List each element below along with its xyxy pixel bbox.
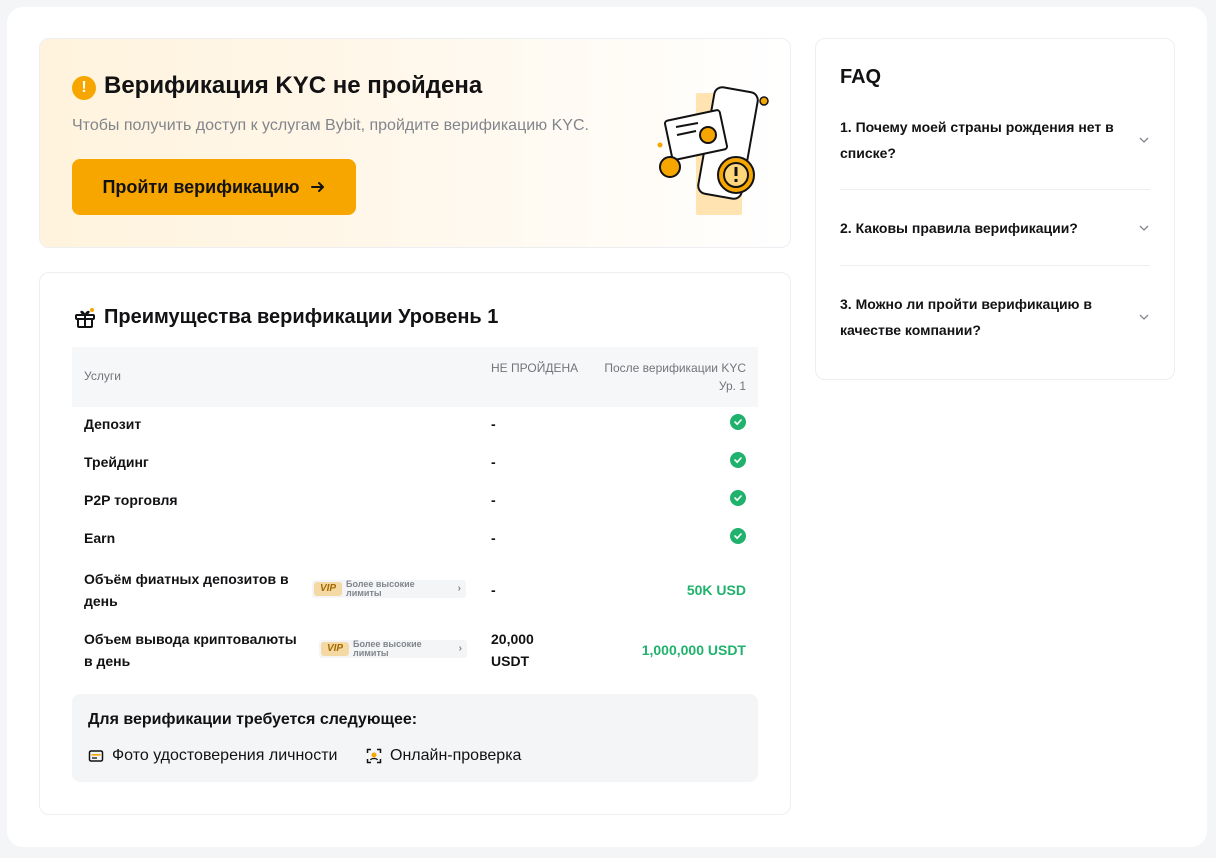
row-after: 1,000,000 USDT <box>641 642 746 658</box>
verify-button-label: Пройти верификацию <box>102 176 300 197</box>
requirements-box: Для верификации требуется следующее: Фот… <box>72 694 758 782</box>
row-before: - <box>491 530 496 546</box>
vip-higher-limits-link[interactable]: VIP Более высокие лимиты › <box>312 580 466 598</box>
face-scan-icon <box>366 748 382 764</box>
requirement-label: Онлайн-проверка <box>390 747 522 764</box>
row-service: Объём фиатных депозитов в день <box>84 571 289 609</box>
row-service: Объем вывода криптовалюты в день <box>84 631 297 669</box>
row-before: - <box>491 582 496 598</box>
row-before: 20,000 USDT <box>491 631 534 669</box>
row-service: Earn <box>84 530 116 546</box>
kyc-status-banner: ! Верификация KYC не пройдена Чтобы полу… <box>39 38 791 248</box>
requirements-title: Для верификации требуется следующее: <box>88 711 418 728</box>
start-verification-button[interactable]: Пройти верификацию <box>72 159 356 215</box>
faq-panel: FAQ 1. Почему моей страны рождения нет в… <box>815 38 1175 380</box>
requirement-label: Фото удостоверения личности <box>112 747 338 764</box>
header-not-passed: НЕ ПРОЙДЕНА <box>491 361 579 375</box>
faq-item-rules[interactable]: 2. Каковы правила верификации? <box>840 215 1150 241</box>
check-icon <box>730 414 746 430</box>
faq-item-country[interactable]: 1. Почему моей страны рождения нет в спи… <box>840 114 1150 166</box>
arrow-right-icon <box>310 182 324 192</box>
vip-badge: VIP <box>314 582 342 596</box>
table-row: Объём фиатных депозитов в день VIP Более… <box>72 568 758 612</box>
faq-item-company[interactable]: 3. Можно ли пройти верификацию в качеств… <box>840 291 1150 343</box>
table-row: P2P торговля - <box>72 490 758 512</box>
page-container: ! Верификация KYC не пройдена Чтобы полу… <box>7 7 1207 847</box>
chevron-down-icon <box>1139 225 1149 231</box>
banner-subtitle: Чтобы получить доступ к услугам Bybit, п… <box>72 117 589 134</box>
row-before: - <box>491 492 496 508</box>
row-service: P2P торговля <box>84 492 178 508</box>
header-services: Услуги <box>84 369 121 383</box>
gift-icon <box>75 308 95 328</box>
table-row: Депозит - <box>72 414 758 436</box>
benefits-panel: Преимущества верификации Уровень 1 Услуг… <box>39 272 791 815</box>
check-icon <box>730 452 746 468</box>
divider <box>840 265 1150 266</box>
vip-text: Более высокие лимиты <box>353 639 422 658</box>
table-row: Earn - <box>72 528 758 550</box>
chevron-right-icon: › <box>458 643 462 654</box>
vip-text: Более высокие лимиты <box>346 579 415 598</box>
warning-icon: ! <box>72 76 96 100</box>
requirement-id-photo: Фото удостоверения личности <box>88 747 337 765</box>
faq-question: 2. Каковы правила верификации? <box>840 220 1078 236</box>
kyc-phone-illustration <box>657 86 769 215</box>
banner-title: Верификация KYC не пройдена <box>104 72 483 99</box>
faq-title: FAQ <box>840 66 882 88</box>
id-card-icon <box>88 750 104 762</box>
table-header: Услуги НЕ ПРОЙДЕНА После верификации KYC… <box>72 347 758 407</box>
check-icon <box>730 528 746 544</box>
row-before: - <box>491 416 496 432</box>
vip-higher-limits-link[interactable]: VIP Более высокие лимиты › <box>319 640 467 658</box>
vip-badge: VIP <box>321 642 349 656</box>
header-after-kyc: После верификации KYC Ур. 1 <box>604 361 746 393</box>
table-row: Объем вывода криптовалюты в день VIP Бол… <box>72 628 758 672</box>
row-before: - <box>491 454 496 470</box>
row-after: 50K USD <box>686 582 746 598</box>
faq-question: 3. Можно ли пройти верификацию в качеств… <box>840 296 1093 338</box>
check-icon <box>730 490 746 506</box>
chevron-down-icon <box>1139 137 1149 143</box>
faq-question: 1. Почему моей страны рождения нет в спи… <box>840 119 1114 161</box>
divider <box>840 189 1150 190</box>
requirement-online-check: Онлайн-проверка <box>366 747 521 765</box>
table-row: Трейдинг - <box>72 452 758 474</box>
benefits-title: Преимущества верификации Уровень 1 <box>104 306 499 328</box>
chevron-down-icon <box>1139 314 1149 320</box>
row-service: Депозит <box>84 416 142 432</box>
row-service: Трейдинг <box>84 454 149 470</box>
chevron-right-icon: › <box>457 583 461 594</box>
